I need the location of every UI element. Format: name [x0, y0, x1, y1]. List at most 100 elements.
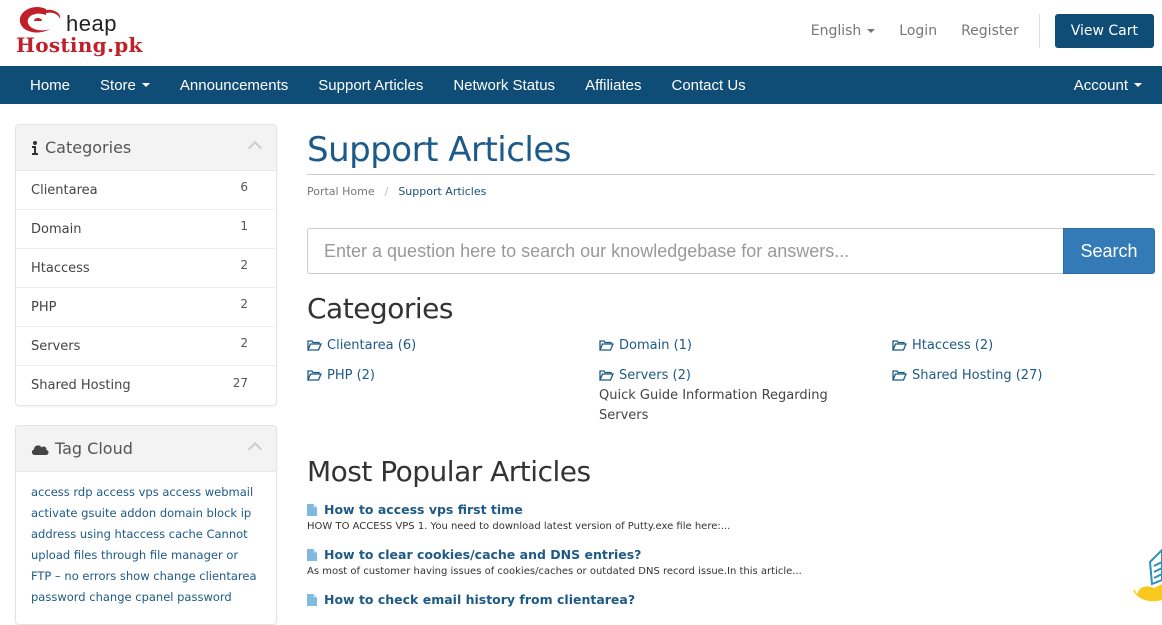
- category-count: 2: [240, 336, 248, 350]
- sidebar-category-domain[interactable]: Domain 1: [16, 210, 276, 249]
- category-link-domain[interactable]: Domain (1): [599, 338, 692, 353]
- article-item: How to access vps first time HOW TO ACCE…: [307, 502, 730, 532]
- nav-announcements[interactable]: Announcements: [165, 66, 303, 104]
- categories-panel-header[interactable]: Categories: [16, 125, 276, 171]
- article-title: How to access vps first time: [324, 502, 523, 517]
- folder-open-icon: [892, 370, 907, 381]
- category-count: 2: [240, 297, 248, 311]
- caret-down-icon: [141, 83, 150, 87]
- category-link-label: Clientarea (6): [327, 338, 417, 353]
- category-link-label: Domain (1): [619, 338, 692, 353]
- category-name: Domain: [31, 221, 82, 237]
- nav-store-label: Store: [100, 76, 136, 94]
- info-icon: [32, 140, 38, 155]
- tag-cloud: access rdp access vps access webmail act…: [16, 472, 276, 614]
- chevron-up-icon[interactable]: [247, 441, 263, 457]
- sidebar-category-shared-hosting[interactable]: Shared Hosting 27: [16, 366, 276, 405]
- nav-affiliates[interactable]: Affiliates: [570, 66, 656, 104]
- top-links: English Login Register View Cart: [811, 14, 1154, 48]
- search-button[interactable]: Search: [1063, 228, 1155, 274]
- sidebar-tagcloud-panel: Tag Cloud access rdp access vps access w…: [15, 425, 277, 625]
- nav-network-status[interactable]: Network Status: [438, 66, 570, 104]
- breadcrumb-current: Support Articles: [398, 185, 487, 198]
- breadcrumb-separator: /: [384, 185, 389, 198]
- tagcloud-panel-header[interactable]: Tag Cloud: [16, 426, 276, 472]
- article-title: How to check email history from clientar…: [324, 592, 636, 607]
- nav-contact-us[interactable]: Contact Us: [656, 66, 760, 104]
- article-snippet: HOW TO ACCESS VPS 1. You need to downloa…: [307, 521, 731, 532]
- popular-articles-heading: Most Popular Articles: [307, 455, 591, 488]
- category-link-label: Htaccess (2): [912, 338, 994, 353]
- sidebar-category-htaccess[interactable]: Htaccess 2: [16, 249, 276, 288]
- chevron-up-icon[interactable]: [247, 140, 263, 156]
- tag-link[interactable]: addon domain: [120, 506, 203, 520]
- category-name: Htaccess: [31, 260, 90, 276]
- nav-home[interactable]: Home: [0, 66, 85, 104]
- logo-text-bottom: Hosting.pk: [16, 33, 143, 57]
- nav-account-label: Account: [1073, 76, 1128, 94]
- category-link-label: Shared Hosting (27): [912, 368, 1043, 383]
- category-count: 2: [240, 258, 248, 272]
- view-cart-button[interactable]: View Cart: [1054, 14, 1154, 48]
- article-link[interactable]: How to check email history from clientar…: [307, 592, 635, 607]
- categories-heading: Categories: [307, 292, 453, 325]
- caret-down-icon: [867, 29, 876, 33]
- category-link-label: PHP (2): [327, 368, 376, 383]
- caret-down-icon: [1134, 83, 1142, 87]
- nav-account[interactable]: Account: [1059, 66, 1162, 104]
- category-link-shared-hosting[interactable]: Shared Hosting (27): [892, 368, 1042, 383]
- title-divider: [307, 174, 1155, 175]
- language-selector[interactable]: English: [811, 23, 876, 39]
- login-link[interactable]: Login: [899, 23, 937, 39]
- category-link-clientarea[interactable]: Clientarea (6): [307, 338, 416, 353]
- language-label: English: [810, 23, 862, 39]
- file-icon: [307, 503, 317, 516]
- article-item: How to check email history from clientar…: [307, 592, 635, 607]
- category-name: Clientarea: [31, 182, 98, 198]
- category-count: 27: [232, 375, 248, 390]
- tag-link[interactable]: access webmail: [162, 485, 253, 499]
- register-link[interactable]: Register: [961, 23, 1019, 39]
- tag-link[interactable]: access rdp: [31, 485, 93, 499]
- categories-panel-title: Categories: [45, 138, 132, 157]
- folder-open-icon: [307, 370, 322, 381]
- logo-swirl-icon: [19, 6, 61, 33]
- tag-link[interactable]: cache: [169, 527, 203, 541]
- category-count: 6: [240, 180, 248, 194]
- search-input[interactable]: [307, 228, 1063, 274]
- category-list: Clientarea 6 Domain 1 Htaccess 2 PHP 2 S…: [16, 171, 276, 405]
- breadcrumb: Portal Home / Support Articles: [307, 185, 486, 198]
- category-link-servers[interactable]: Servers (2): [599, 368, 691, 383]
- main-navbar: Home Store Announcements Support Article…: [0, 66, 1162, 104]
- tag-link[interactable]: access vps: [96, 485, 159, 499]
- article-link[interactable]: How to access vps first time: [307, 502, 730, 517]
- file-icon: [307, 593, 317, 606]
- category-link-htaccess[interactable]: Htaccess (2): [892, 338, 993, 353]
- nav-support-articles[interactable]: Support Articles: [303, 66, 438, 104]
- file-icon: [307, 548, 317, 561]
- sidebar-category-clientarea[interactable]: Clientarea 6: [16, 171, 276, 210]
- folder-open-icon: [307, 340, 322, 351]
- article-link[interactable]: How to clear cookies/cache and DNS entri…: [307, 547, 802, 562]
- folder-open-icon: [599, 340, 614, 351]
- cloud-icon: [31, 444, 49, 455]
- category-link-php[interactable]: PHP (2): [307, 368, 375, 383]
- category-name: Shared Hosting: [31, 378, 131, 393]
- tag-link[interactable]: activate gsuite: [31, 506, 117, 520]
- site-logo[interactable]: heap Hosting.pk: [16, 5, 156, 57]
- tagcloud-panel-title: Tag Cloud: [55, 439, 133, 458]
- site-header: heap Hosting.pk English Login Register V…: [0, 0, 1162, 66]
- article-item: How to clear cookies/cache and DNS entri…: [307, 547, 802, 577]
- chat-widget-icon[interactable]: [1132, 540, 1162, 615]
- sidebar-category-php[interactable]: PHP 2: [16, 288, 276, 327]
- tag-link[interactable]: change cpanel password: [89, 590, 231, 604]
- divider: [1038, 14, 1040, 48]
- page-title: Support Articles: [307, 130, 572, 170]
- category-description: Quick Guide Information Regarding Server…: [599, 388, 828, 423]
- sidebar-categories-panel: Categories Clientarea 6 Domain 1 Htacces…: [15, 124, 277, 406]
- nav-store[interactable]: Store: [85, 66, 165, 104]
- article-snippet: As most of customer having issues of coo…: [307, 566, 802, 577]
- sidebar-category-servers[interactable]: Servers 2: [16, 327, 276, 366]
- breadcrumb-home[interactable]: Portal Home: [307, 185, 375, 198]
- folder-open-icon: [599, 370, 614, 381]
